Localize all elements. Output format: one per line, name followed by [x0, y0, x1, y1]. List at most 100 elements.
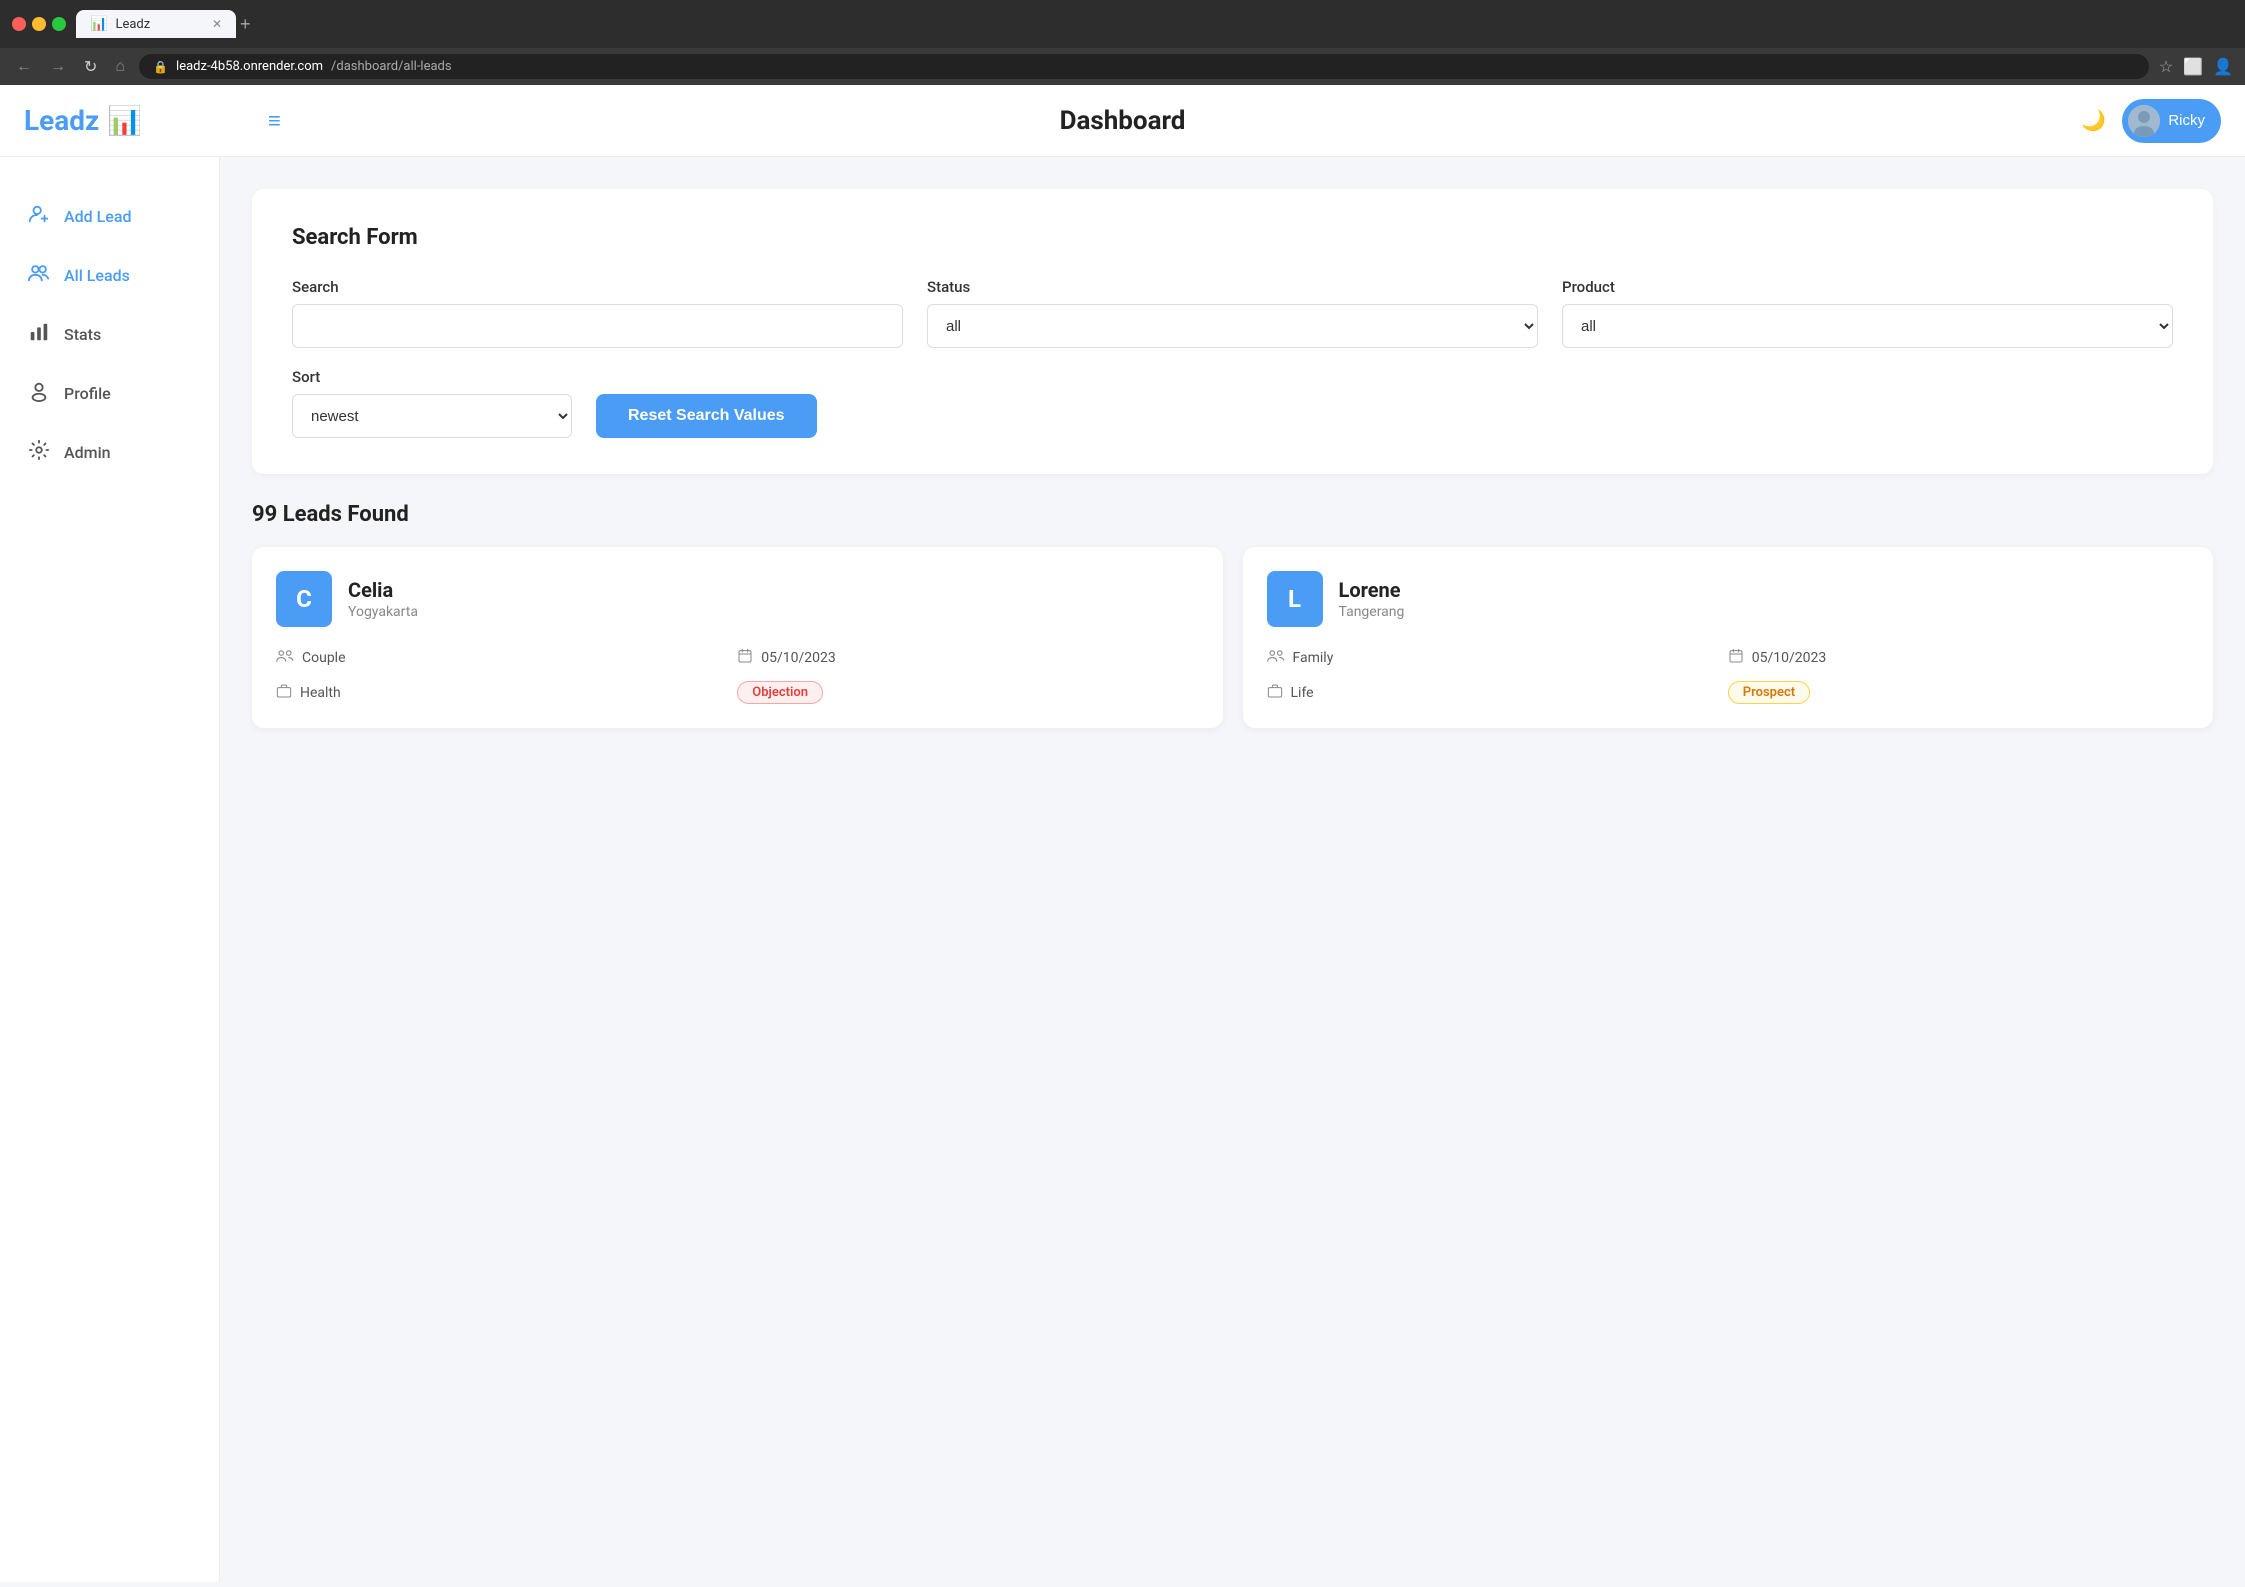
url-bar[interactable]: 🔒 leadz-4b58.onrender.com /dashboard/all…: [139, 54, 2149, 79]
minimize-window-button[interactable]: [32, 17, 46, 31]
lead-header: C Celia Yogyakarta: [276, 571, 1199, 627]
lead-header: L Lorene Tangerang: [1267, 571, 2190, 627]
lead-status: Objection: [737, 681, 1198, 704]
status-group: Status all new contacted qualified lost: [927, 278, 1538, 348]
leads-section: 99 Leads Found C Celia Yogyakarta: [252, 502, 2213, 728]
tab-close-button[interactable]: ✕: [212, 17, 222, 31]
lead-product: Life: [1267, 681, 1728, 704]
product-value: Life: [1291, 685, 1314, 701]
all-leads-icon: [28, 262, 50, 289]
search-group: Search: [292, 278, 903, 348]
sidebar-item-label: Stats: [64, 325, 101, 344]
stats-icon: [28, 321, 50, 348]
browser-actions: ☆ ⬜ 👤: [2159, 57, 2233, 76]
refresh-button[interactable]: ↻: [80, 57, 101, 77]
sidebar-item-label: Admin: [64, 443, 111, 462]
lead-household: Couple: [276, 647, 737, 669]
lead-status: Prospect: [1728, 681, 2189, 704]
dark-mode-button[interactable]: 🌙: [2081, 108, 2106, 133]
top-nav: Leadz 📊 ≡ Dashboard 🌙 Ricky: [0, 85, 2245, 157]
admin-icon: [28, 439, 50, 466]
sidebar-item-all-leads[interactable]: All Leads: [0, 248, 219, 303]
address-bar: ← → ↻ ⌂ 🔒 leadz-4b58.onrender.com /dashb…: [0, 48, 2245, 85]
lead-details: Family 05/10/2023: [1267, 647, 2190, 704]
household-icon: [1267, 647, 1285, 669]
briefcase-icon: [276, 683, 292, 703]
forward-button[interactable]: →: [46, 58, 70, 76]
lead-avatar: C: [276, 571, 332, 627]
sidebar: Add Lead All Leads: [0, 157, 220, 1582]
tab-favicon: 📊: [90, 16, 107, 32]
add-lead-icon: [28, 203, 50, 230]
main-layout: Add Lead All Leads: [0, 157, 2245, 1582]
user-menu-button[interactable]: Ricky: [2122, 99, 2221, 143]
sidebar-item-label: Profile: [64, 384, 111, 403]
status-badge: Prospect: [1728, 681, 1810, 704]
url-domain: leadz-4b58.onrender.com: [176, 59, 323, 74]
sidebar-item-admin[interactable]: Admin: [0, 425, 219, 480]
logo: Leadz 📊: [24, 104, 244, 137]
sidebar-item-add-lead[interactable]: Add Lead: [0, 189, 219, 244]
product-label: Product: [1562, 278, 2173, 296]
bookmark-icon[interactable]: ☆: [2159, 57, 2173, 76]
url-path: /dashboard/all-leads: [331, 59, 452, 74]
main-content: Search Form Search Status all new contac…: [220, 157, 2245, 1582]
lock-icon: 🔒: [153, 60, 168, 74]
sidebar-item-profile[interactable]: Profile: [0, 366, 219, 421]
traffic-lights: [12, 17, 66, 31]
sort-select[interactable]: newest oldest name-asc name-desc: [292, 394, 572, 438]
lead-household: Family: [1267, 647, 1728, 669]
sidebar-item-stats[interactable]: Stats: [0, 307, 219, 362]
search-input[interactable]: [292, 304, 903, 348]
lead-info: Lorene Tangerang: [1339, 578, 1405, 620]
lead-city: Yogyakarta: [348, 604, 418, 620]
briefcase-icon: [1267, 683, 1283, 703]
logo-text: Leadz: [24, 104, 99, 137]
leads-grid: C Celia Yogyakarta: [252, 547, 2213, 728]
search-form-title: Search Form: [292, 225, 2173, 250]
close-window-button[interactable]: [12, 17, 26, 31]
back-button[interactable]: ←: [12, 58, 36, 76]
product-select[interactable]: all health life auto: [1562, 304, 2173, 348]
status-select[interactable]: all new contacted qualified lost: [927, 304, 1538, 348]
new-tab-button[interactable]: +: [240, 14, 251, 35]
search-form-row-2: Sort newest oldest name-asc name-desc Re…: [292, 368, 2173, 438]
sidebar-item-label: All Leads: [64, 266, 130, 285]
lead-avatar: L: [1267, 571, 1323, 627]
product-value: Health: [300, 685, 341, 701]
active-tab[interactable]: 📊 Leadz ✕: [76, 10, 236, 38]
lead-card-celia[interactable]: C Celia Yogyakarta: [252, 547, 1223, 728]
hamburger-button[interactable]: ≡: [268, 108, 281, 134]
lead-city: Tangerang: [1339, 604, 1405, 620]
tab-label: Leadz: [115, 17, 150, 32]
household-icon: [276, 647, 294, 669]
lead-card-lorene[interactable]: L Lorene Tangerang: [1243, 547, 2214, 728]
home-button[interactable]: ⌂: [111, 58, 129, 76]
date-value: 05/10/2023: [761, 650, 836, 666]
lead-date: 05/10/2023: [1728, 647, 2189, 669]
lead-details: Couple 05/10/2023: [276, 647, 1199, 704]
app: Leadz 📊 ≡ Dashboard 🌙 Ricky: [0, 85, 2245, 1582]
search-label: Search: [292, 278, 903, 296]
split-view-icon[interactable]: ⬜: [2183, 57, 2203, 76]
lead-name: Lorene: [1339, 578, 1405, 602]
calendar-icon: [737, 648, 753, 668]
reset-search-button[interactable]: Reset Search Values: [596, 394, 817, 438]
lead-name: Celia: [348, 578, 418, 602]
lead-product: Health: [276, 681, 737, 704]
browser-chrome: 📊 Leadz ✕ +: [0, 0, 2245, 48]
lead-info: Celia Yogyakarta: [348, 578, 418, 620]
product-group: Product all health life auto: [1562, 278, 2173, 348]
calendar-icon: [1728, 648, 1744, 668]
avatar: [2128, 105, 2160, 137]
profile-icon[interactable]: 👤: [2213, 57, 2233, 76]
sidebar-item-label: Add Lead: [64, 207, 131, 226]
maximize-window-button[interactable]: [52, 17, 66, 31]
search-form-row-1: Search Status all new contacted qualifie…: [292, 278, 2173, 348]
leads-count-title: 99 Leads Found: [252, 502, 2213, 527]
sort-group: Sort newest oldest name-asc name-desc: [292, 368, 572, 438]
status-label: Status: [927, 278, 1538, 296]
search-form-card: Search Form Search Status all new contac…: [252, 189, 2213, 474]
nav-right: 🌙 Ricky: [2081, 99, 2221, 143]
sort-label: Sort: [292, 368, 572, 386]
